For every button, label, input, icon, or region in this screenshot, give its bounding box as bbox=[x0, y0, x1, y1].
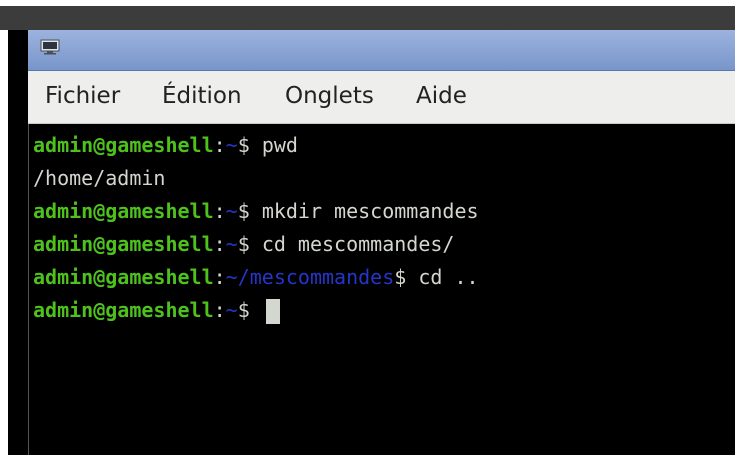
prompt-symbol: $ bbox=[237, 199, 262, 223]
terminal-icon bbox=[40, 39, 60, 55]
command-text: cd .. bbox=[418, 265, 479, 289]
terminal-line: admin@gameshell:~$ pwd bbox=[33, 129, 298, 162]
prompt-path: ~ bbox=[225, 298, 238, 322]
command-text: cd mescommandes/ bbox=[261, 232, 455, 256]
prompt-symbol: $ bbox=[394, 265, 419, 289]
command-text: mkdir mescommandes bbox=[261, 199, 479, 223]
terminal-cursor bbox=[265, 299, 280, 324]
desktop-edge bbox=[0, 30, 8, 455]
prompt-symbol: $ bbox=[237, 133, 262, 157]
prompt-path: ~ bbox=[225, 199, 238, 223]
prompt-path: ~ bbox=[225, 232, 238, 256]
prompt-separator: : bbox=[213, 199, 226, 223]
terminal-line: admin@gameshell:~$ mkdir mescommandes bbox=[33, 195, 479, 228]
window-titlebar[interactable] bbox=[28, 30, 735, 71]
prompt-separator: : bbox=[213, 298, 226, 322]
prompt-path: ~/mescommandes bbox=[225, 265, 395, 289]
terminal-line: admin@gameshell:~$ cd mescommandes/ bbox=[33, 228, 454, 261]
prompt-user: admin@gameshell bbox=[33, 199, 214, 223]
prompt-symbol: $ bbox=[237, 298, 262, 322]
window-border bbox=[8, 30, 28, 455]
terminal-line: admin@gameshell:~$ bbox=[33, 294, 280, 327]
desktop-panel bbox=[0, 6, 735, 30]
command-output: /home/admin bbox=[33, 166, 166, 190]
prompt-user: admin@gameshell bbox=[33, 265, 214, 289]
menu-aide[interactable]: Aide bbox=[416, 83, 467, 109]
menu-bar: Fichier Édition Onglets Aide bbox=[28, 71, 735, 124]
terminal-line: /home/admin bbox=[33, 162, 165, 195]
prompt-separator: : bbox=[213, 265, 226, 289]
menu-fichier[interactable]: Fichier bbox=[45, 83, 120, 109]
prompt-path: ~ bbox=[225, 133, 238, 157]
menu-edition[interactable]: Édition bbox=[162, 83, 242, 109]
menu-onglets[interactable]: Onglets bbox=[285, 83, 374, 109]
terminal-output[interactable]: admin@gameshell:~$ pwd /home/admin admin… bbox=[28, 124, 735, 455]
prompt-user: admin@gameshell bbox=[33, 133, 214, 157]
prompt-symbol: $ bbox=[237, 232, 262, 256]
terminal-line: admin@gameshell:~/mescommandes$ cd .. bbox=[33, 261, 479, 294]
command-text: pwd bbox=[261, 133, 298, 157]
prompt-separator: : bbox=[213, 232, 226, 256]
prompt-user: admin@gameshell bbox=[33, 232, 214, 256]
prompt-user: admin@gameshell bbox=[33, 298, 214, 322]
prompt-separator: : bbox=[213, 133, 226, 157]
